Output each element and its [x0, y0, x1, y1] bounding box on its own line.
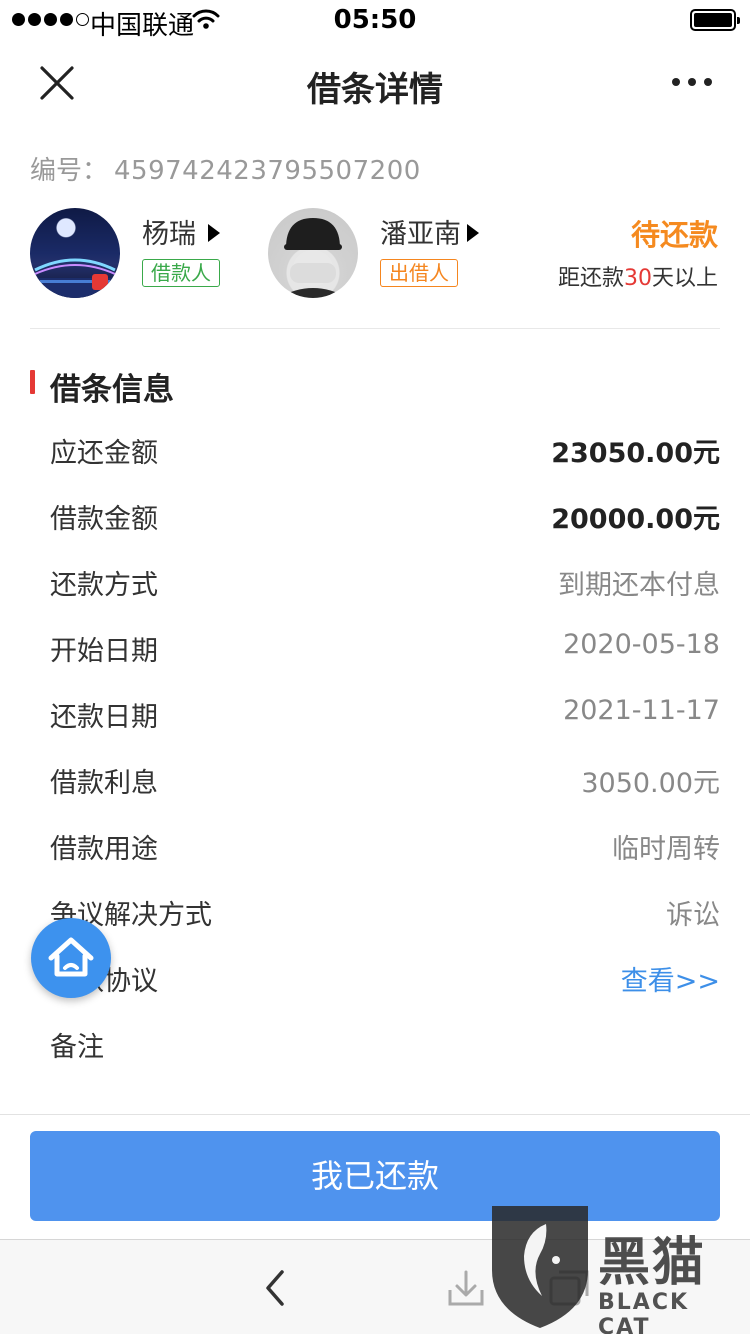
detail-row-remarks: 备注 [50, 1012, 720, 1078]
more-icon[interactable] [672, 78, 712, 86]
triangle-right-icon [467, 224, 479, 242]
lender-avatar[interactable] [268, 208, 358, 298]
detail-value: 2021-11-17 [563, 695, 720, 726]
detail-value: 诉讼 [666, 900, 720, 931]
detail-row-purpose: 借款用途 临时周转 [50, 814, 720, 880]
detail-row-due-date: 还款日期 2021-11-17 [50, 682, 720, 748]
detail-label: 应还金额 [50, 438, 158, 469]
due-prefix: 距还款 [557, 266, 624, 291]
detail-row-start-date: 开始日期 2020-05-18 [50, 616, 720, 682]
divider [30, 328, 720, 329]
due-countdown: 距还款30天以上 [558, 260, 718, 292]
detail-value: 3050.00元 [581, 768, 720, 799]
detail-value: 2020-05-18 [563, 629, 720, 660]
watermark-logo: 黑猫 BLACK CAT [480, 1206, 750, 1334]
borrower-avatar[interactable] [30, 208, 120, 298]
borrower-name-text: 杨瑞 [142, 219, 196, 250]
detail-label: 还款方式 [50, 570, 158, 601]
detail-label: 借款金额 [50, 504, 158, 535]
serial-label: 编号： [30, 156, 109, 186]
home-button[interactable] [31, 918, 111, 998]
home-icon [48, 937, 94, 977]
detail-value: 到期还本付息 [558, 570, 720, 601]
view-agreement-link[interactable]: 查看>> [621, 959, 720, 998]
detail-label: 备注 [50, 1032, 104, 1063]
lender-role-tag: 出借人 [380, 259, 458, 287]
section-marker [30, 370, 35, 394]
detail-label: 借款利息 [50, 768, 158, 799]
watermark-text: 黑猫 [598, 1233, 707, 1293]
clock: 05:50 [333, 5, 417, 35]
detail-row-loan-amount: 借款金额 20000.00元 [50, 484, 720, 550]
page-title: 借条详情 [307, 70, 443, 110]
detail-row-interest: 借款利息 3050.00元 [50, 748, 720, 814]
serial-number: 编号： 459742423795507200 [30, 150, 421, 187]
status-bar: 中国联通 05:50 [0, 0, 750, 41]
detail-row-repayment-method: 还款方式 到期还本付息 [50, 550, 720, 616]
battery-icon [690, 9, 740, 31]
watermark-subtext: BLACK CAT [598, 1290, 690, 1334]
detail-label: 还款日期 [50, 702, 158, 733]
detail-row-loan-agreement: 借款协议 查看>> [50, 946, 720, 1012]
cat-shield-icon [492, 1206, 588, 1328]
detail-value: 20000.00元 [551, 504, 720, 535]
lender-avatar-image [278, 218, 348, 298]
loan-status-label: 待还款 [630, 218, 718, 252]
detail-value: 23050.00元 [551, 438, 720, 469]
lender-name[interactable]: 潘亚南 [380, 212, 479, 251]
detail-label: 开始日期 [50, 636, 158, 667]
detail-value: 临时周转 [612, 834, 720, 865]
navigation-bar: 借条详情 [0, 40, 750, 128]
borrower-avatar-image [30, 258, 120, 298]
borrower-role-tag: 借款人 [142, 259, 220, 287]
lender-name-text: 潘亚南 [380, 219, 461, 250]
detail-label: 借款用途 [50, 834, 158, 865]
borrower-name[interactable]: 杨瑞 [142, 212, 220, 251]
serial-value: 459742423795507200 [114, 156, 421, 186]
due-days: 30 [623, 266, 652, 291]
triangle-right-icon [208, 224, 220, 242]
detail-row-dispute-resolution: 争议解决方式 诉讼 [50, 880, 720, 946]
detail-row-amount-due: 应还金额 23050.00元 [50, 418, 720, 484]
due-suffix: 天以上 [651, 266, 718, 291]
section-title: 借条信息 [50, 372, 174, 408]
repaid-button[interactable]: 我已还款 [30, 1131, 720, 1221]
back-icon[interactable] [262, 1268, 290, 1308]
